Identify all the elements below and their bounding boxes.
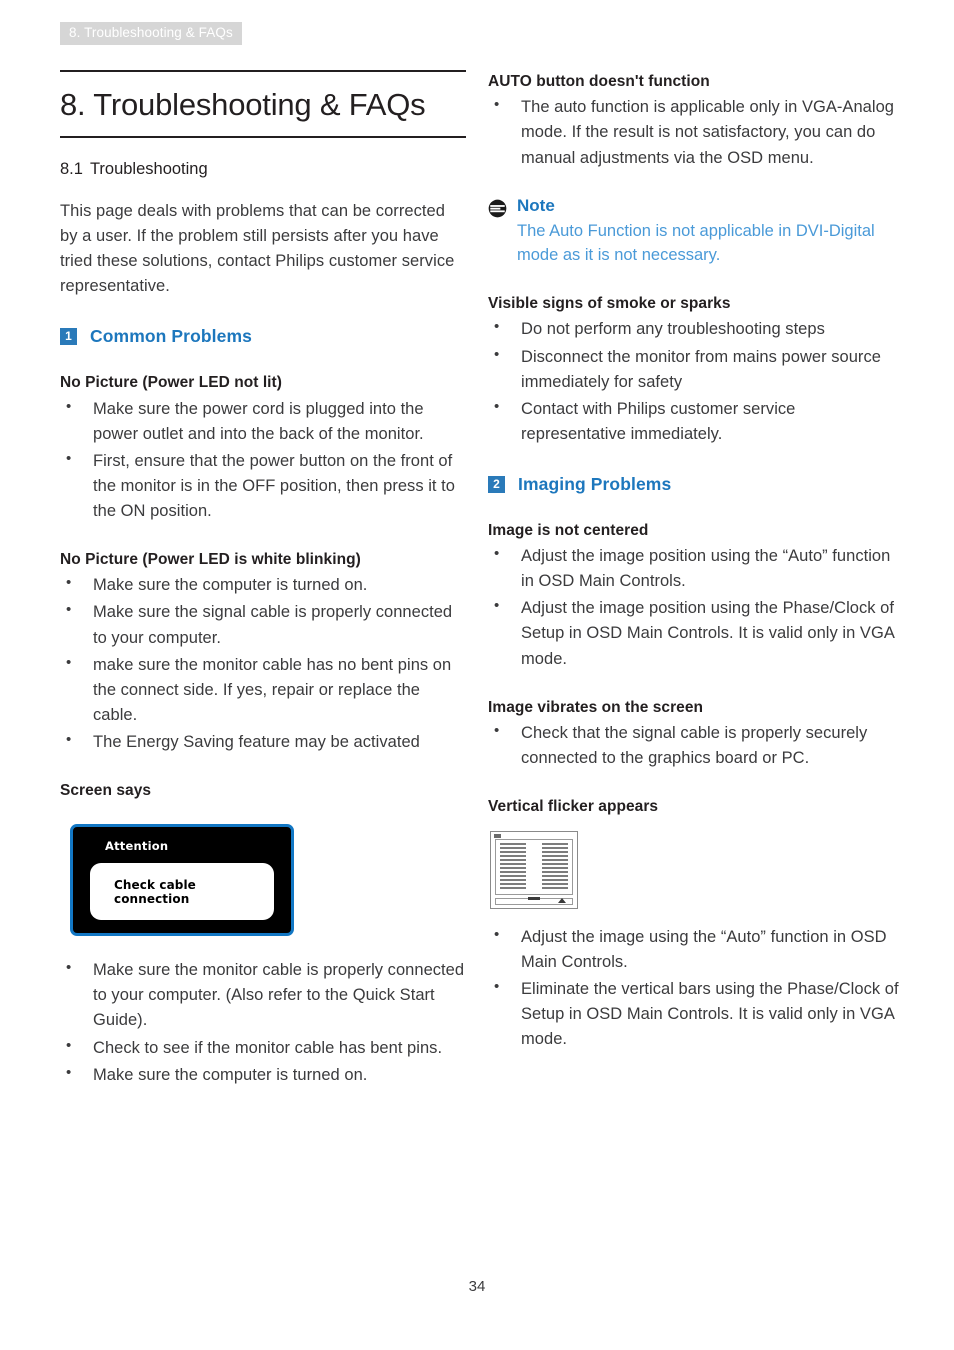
note-header-row: Note xyxy=(488,195,900,218)
group-badge-2: 2 xyxy=(488,475,505,493)
osd-message: Check cable connection xyxy=(114,877,196,906)
bullet-list-no-picture-led-blinking: Make sure the computer is turned on. Mak… xyxy=(60,572,466,755)
left-column: 8. Troubleshooting & FAQs 8.1 Troubleshoo… xyxy=(60,70,466,1088)
subheading-auto-button: AUTO button doesn't function xyxy=(488,73,710,90)
list-item: Make sure the signal cable is properly c… xyxy=(60,599,466,650)
bullet-list-image-not-centered: Adjust the image position using the “Aut… xyxy=(488,543,900,671)
page-number: 34 xyxy=(468,1278,486,1295)
note-title: Note xyxy=(517,195,555,215)
running-header-tab: 8. Troubleshooting & FAQs xyxy=(60,22,242,46)
bullet-list-no-picture-led-not-lit: Make sure the power cord is plugged into… xyxy=(60,396,466,524)
figure-bar-column-left xyxy=(500,842,526,891)
list-item: Adjust the image using the “Auto” functi… xyxy=(488,924,900,975)
vertical-flicker-test-pattern xyxy=(490,830,578,909)
figure-inner-frame xyxy=(495,838,573,895)
list-item: Make sure the power cord is plugged into… xyxy=(60,396,466,447)
list-item: The auto function is applicable only in … xyxy=(488,94,900,170)
group-badge-1: 1 xyxy=(60,328,77,346)
note-callout: Note The Auto Function is not applicable… xyxy=(488,195,900,269)
list-item: Make sure the monitor cable is properly … xyxy=(60,957,466,1033)
group-heading-common-problems: 1 Common Problems xyxy=(60,326,466,347)
group-heading-imaging-problems: 2 Imaging Problems xyxy=(488,474,900,495)
subheading-smoke-or-sparks: Visible signs of smoke or sparks xyxy=(488,295,731,313)
section-heading: 8.1 Troubleshooting xyxy=(60,160,466,180)
list-item: Check to see if the monitor cable has be… xyxy=(60,1034,466,1061)
figure-footer-handle xyxy=(527,896,540,900)
group-label-common-problems: Common Problems xyxy=(90,326,252,347)
group-label-imaging-problems: Imaging Problems xyxy=(518,473,672,494)
bullet-list-auto-button: The auto function is applicable only in … xyxy=(488,94,900,170)
subheading-no-picture-led-not-lit: No Picture (Power LED not lit) xyxy=(60,374,282,392)
intro-paragraph: This page deals with problems that can b… xyxy=(60,201,455,296)
list-item: The Energy Saving feature may be activat… xyxy=(60,729,466,755)
subheading-screen-says: Screen says xyxy=(60,781,152,799)
document-page: 8. Troubleshooting & FAQs 8. Troubleshoo… xyxy=(0,0,954,1350)
subheading-image-vibrates: Image vibrates on the screen xyxy=(488,698,704,716)
figure-footer-bar xyxy=(495,896,573,905)
note-icon xyxy=(488,199,507,218)
list-item: First, ensure that the power button on t… xyxy=(60,448,466,524)
note-body: The Auto Function is not applicable in D… xyxy=(517,221,875,265)
subheading-no-picture-led-blinking: No Picture (Power LED is white blinking) xyxy=(60,550,361,568)
monitor-osd-attention-dialog: Attention Check cable connection xyxy=(70,824,294,937)
section-number: 8.1 xyxy=(60,160,83,179)
list-item: Make sure the computer is turned on. xyxy=(60,1062,466,1088)
osd-message-box: Check cable connection xyxy=(90,863,274,921)
list-item: Make sure the computer is turned on. xyxy=(60,572,466,598)
right-column: AUTO button doesn't function The auto fu… xyxy=(488,72,900,1052)
figure-corner-mark xyxy=(494,833,501,838)
bullet-list-smoke-or-sparks: Do not perform any troubleshooting steps… xyxy=(488,316,900,447)
bullet-list-vertical-flicker: Adjust the image using the “Auto” functi… xyxy=(488,924,900,1052)
subheading-image-not-centered: Image is not centered xyxy=(488,521,649,539)
list-item: Adjust the image position using the Phas… xyxy=(488,595,900,671)
bullet-list-screen-says: Make sure the monitor cable is properly … xyxy=(60,957,466,1088)
title-rule-bottom xyxy=(60,136,466,139)
bullet-list-image-vibrates: Check that the signal cable is properly … xyxy=(488,720,900,771)
figure-footer-arrow xyxy=(558,897,566,903)
list-item: Adjust the image position using the “Aut… xyxy=(488,543,900,594)
section-name: Troubleshooting xyxy=(89,160,208,179)
figure-bar-column-right xyxy=(542,842,568,891)
list-item: Eliminate the vertical bars using the Ph… xyxy=(488,976,900,1052)
list-item: Check that the signal cable is properly … xyxy=(488,720,900,771)
list-item: Contact with Philips customer service re… xyxy=(488,396,900,447)
osd-title: Attention xyxy=(105,839,169,854)
list-item: Disconnect the monitor from mains power … xyxy=(488,344,900,395)
subheading-vertical-flicker: Vertical flicker appears xyxy=(488,798,659,816)
list-item: make sure the monitor cable has no bent … xyxy=(60,652,466,728)
list-item: Do not perform any troubleshooting steps xyxy=(488,316,900,342)
page-title: 8. Troubleshooting & FAQs xyxy=(60,87,426,122)
